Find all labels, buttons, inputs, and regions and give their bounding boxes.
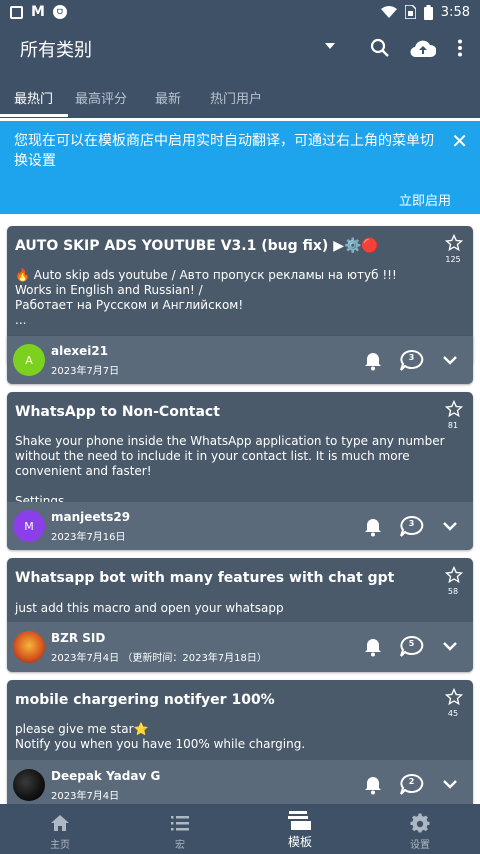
nav-home[interactable]: 主页 <box>0 804 120 854</box>
comment-count: 3 <box>408 353 415 362</box>
macrodroid-icon: ᗜ <box>52 5 67 19</box>
notification-square-icon <box>10 5 23 19</box>
template-description: just add this macro and open your whatsa… <box>15 601 284 615</box>
template-list[interactable]: AUTO SKIP ADS YOUTUBE V3.1 (bug fix) ▶⚙️… <box>0 218 480 804</box>
m-app-icon: M <box>31 4 45 20</box>
gear-icon <box>410 813 430 833</box>
star-icon[interactable] <box>445 566 463 584</box>
card-footer: BZR SID 2023年7月4日 （更新时间：2023年7月18日） 5 <box>7 622 473 672</box>
bottom-navigation: 主页 宏 模板 设置 <box>0 804 480 854</box>
avatar[interactable] <box>13 769 45 801</box>
home-icon <box>51 815 69 831</box>
template-title: mobile chargering notifyer 100% <box>15 692 275 708</box>
star-icon[interactable] <box>445 400 463 418</box>
post-date: 2023年7月16日 <box>51 532 126 543</box>
template-title: AUTO SKIP ADS YOUTUBE V3.1 (bug fix) ▶⚙️… <box>15 238 379 254</box>
star-count: 81 <box>447 421 459 430</box>
avatar[interactable] <box>13 631 45 663</box>
star-icon[interactable] <box>445 688 463 706</box>
tab-newest[interactable]: 最新 <box>155 88 181 107</box>
template-card[interactable]: mobile chargering notifyer 100% 45 pleas… <box>7 680 473 804</box>
bell-icon[interactable] <box>363 637 383 657</box>
comment-button[interactable]: 3 <box>399 515 424 538</box>
bell-icon[interactable] <box>363 351 383 371</box>
nav-home-label: 主页 <box>50 840 70 851</box>
star-icon[interactable] <box>445 234 463 252</box>
comment-count: 2 <box>408 777 415 786</box>
banner-message: 您现在可以在模板商店中启用实时自动翻译，可通过右上角的菜单切换设置 <box>14 133 434 169</box>
chevron-down-icon[interactable] <box>442 638 458 654</box>
username[interactable]: Deepak Yadav G <box>51 769 160 783</box>
tab-most-popular[interactable]: 最热门 <box>14 88 53 107</box>
cloud-upload-icon[interactable] <box>409 34 437 62</box>
comment-count: 3 <box>408 519 415 528</box>
template-card[interactable]: Whatsapp bot with many features with cha… <box>7 558 473 672</box>
comment-count: 5 <box>408 639 415 648</box>
template-description: Shake your phone inside the WhatsApp app… <box>15 434 445 508</box>
enable-now-button[interactable]: 立即启用 <box>399 190 451 209</box>
card-footer: A alexei21 2023年7月7日 3 <box>7 336 473 384</box>
tab-top-rated[interactable]: 最高评分 <box>75 88 127 107</box>
battery-icon <box>423 4 433 20</box>
post-date: 2023年7月4日 （更新时间：2023年7月18日） <box>51 653 267 664</box>
search-icon[interactable] <box>366 34 394 62</box>
nav-macros-label: 宏 <box>175 840 185 851</box>
nav-templates[interactable]: 模板 <box>240 804 360 854</box>
template-title: Whatsapp bot with many features with cha… <box>15 570 395 586</box>
comment-button[interactable]: 2 <box>399 773 424 796</box>
nav-settings-label: 设置 <box>410 840 430 851</box>
tab-bar: 最热门 最高评分 最新 热门用户 <box>0 74 480 118</box>
more-options-icon[interactable] <box>446 34 474 62</box>
bell-icon[interactable] <box>363 775 383 795</box>
list-icon <box>171 816 189 831</box>
translation-banner: 您现在可以在模板商店中启用实时自动翻译，可通过右上角的菜单切换设置 ✕ 立即启用 <box>0 121 480 214</box>
templates-icon <box>288 811 311 830</box>
comment-button[interactable]: 3 <box>399 349 424 372</box>
star-count: 58 <box>447 587 459 596</box>
template-title: WhatsApp to Non-Contact <box>15 404 220 420</box>
chevron-down-icon[interactable] <box>442 518 458 534</box>
card-footer: Deepak Yadav G 2023年7月4日 2 <box>7 760 473 804</box>
card-footer: M manjeets29 2023年7月16日 3 <box>7 502 473 550</box>
dropdown-arrow-icon[interactable] <box>325 43 335 49</box>
category-dropdown-label[interactable]: 所有类别 <box>20 36 92 62</box>
nav-macros[interactable]: 宏 <box>120 804 240 854</box>
wifi-icon <box>380 5 397 18</box>
post-date: 2023年7月4日 <box>51 791 120 802</box>
app-bar: 所有类别 <box>0 24 480 74</box>
username[interactable]: BZR SID <box>51 631 105 645</box>
chevron-down-icon[interactable] <box>442 352 458 368</box>
close-icon[interactable]: ✕ <box>451 129 468 153</box>
star-count: 45 <box>447 709 459 718</box>
clock: 3:58 <box>440 4 470 20</box>
status-bar: M ᗜ 3:58 <box>0 0 480 24</box>
comment-button[interactable]: 5 <box>399 635 424 658</box>
username[interactable]: alexei21 <box>51 344 108 358</box>
avatar[interactable]: A <box>13 344 45 376</box>
bell-icon[interactable] <box>363 517 383 537</box>
post-date: 2023年7月7日 <box>51 366 120 377</box>
nav-settings[interactable]: 设置 <box>360 804 480 854</box>
chevron-down-icon[interactable] <box>442 776 458 792</box>
sim-icon <box>404 5 416 19</box>
tab-top-users[interactable]: 热门用户 <box>210 88 262 107</box>
template-card[interactable]: WhatsApp to Non-Contact 81 Shake your ph… <box>7 392 473 550</box>
avatar[interactable]: M <box>13 510 45 542</box>
username[interactable]: manjeets29 <box>51 510 130 524</box>
nav-templates-label: 模板 <box>287 835 312 849</box>
template-description: 🔥 Auto skip ads youtube / Авто пропуск р… <box>15 268 397 327</box>
template-description: please give me star⭐ Notify you when you… <box>15 722 306 751</box>
star-count: 125 <box>445 255 461 264</box>
active-tab-indicator <box>0 114 68 117</box>
